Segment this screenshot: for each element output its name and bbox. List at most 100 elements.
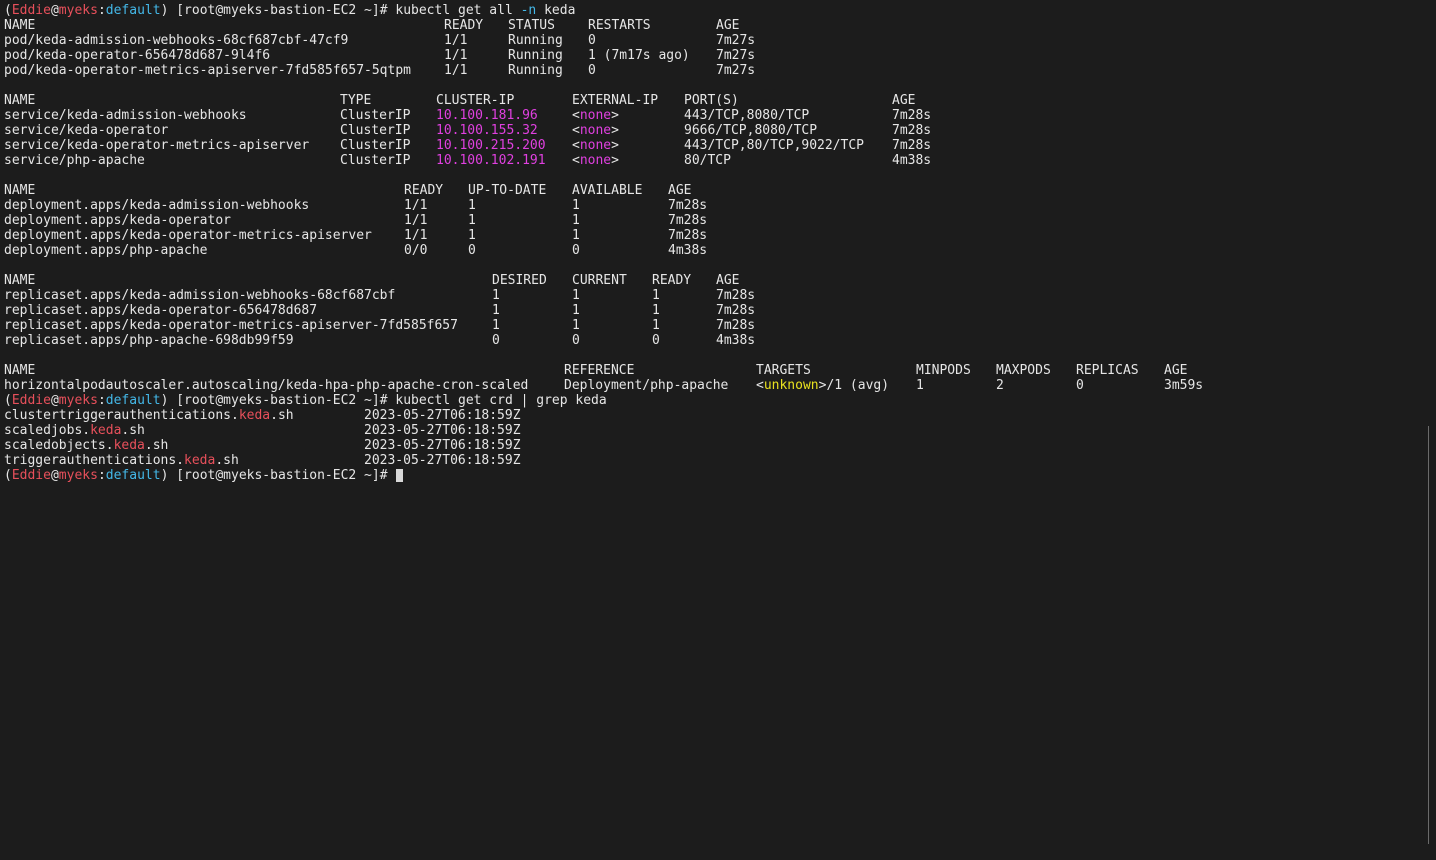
header-targets: TARGETS — [756, 363, 811, 378]
cell-name: pod/keda-operator-656478d687-9l4f6 — [4, 48, 271, 63]
cell-name: service/keda-operator — [4, 123, 169, 138]
header-cluster-ip: CLUSTER-IP — [436, 93, 515, 108]
table-header: NAME READY UP-TO-DATE AVAILABLE AGE — [4, 183, 1203, 198]
cell-up-to-date: 1 — [468, 198, 476, 213]
header-up-to-date: UP-TO-DATE — [468, 183, 547, 198]
cell-ready: 1/1 — [404, 198, 428, 213]
cell-type: ClusterIP — [340, 153, 411, 168]
header-available: AVAILABLE — [572, 183, 643, 198]
command-line[interactable]: (Eddie@myeks:default) [root@myeks-bastio… — [4, 468, 1203, 483]
table-row: pod/keda-operator-656478d687-9l4f6 1/1 Run… — [4, 48, 1203, 63]
cell-targets: <unknown>/1 (avg) — [756, 378, 890, 393]
cell-ready: 1/1 — [404, 213, 428, 228]
prompt-shell: [root@myeks-bastion-EC2 ~]# — [176, 393, 388, 408]
cell-age: 7m28s — [892, 138, 932, 153]
crd-name: scaledjobs.keda.sh — [4, 423, 145, 438]
cell-name: deployment.apps/php-apache — [4, 243, 208, 258]
text-cursor[interactable] — [396, 469, 404, 482]
table-header: NAME REFERENCE TARGETS MINPODS MAXPODS REPLIC… — [4, 363, 1203, 378]
cell-desired: 0 — [492, 333, 500, 348]
list-item: triggerauthentications.keda.sh 2023-05-27… — [4, 453, 1203, 468]
header-current: CURRENT — [572, 273, 627, 288]
cell-age: 3m59s — [1164, 378, 1204, 393]
table-row: pod/keda-admission-webhooks-68cf687cbf-4… — [4, 33, 1203, 48]
header-name: NAME — [4, 93, 36, 108]
cell-age: 7m28s — [892, 123, 932, 138]
header-replicas: REPLICAS — [1076, 363, 1139, 378]
header-name: NAME — [4, 273, 36, 288]
cell-maxpods: 2 — [996, 378, 1004, 393]
header-age: AGE — [892, 93, 916, 108]
prompt-context: default — [105, 468, 161, 483]
cell-age: 7m28s — [716, 288, 756, 303]
cell-current: 1 — [572, 288, 580, 303]
cell-cluster-ip: 10.100.181.96 — [436, 108, 538, 123]
cell-ready: 0 — [652, 333, 660, 348]
cell-type: ClusterIP — [340, 108, 411, 123]
cell-age: 7m28s — [668, 198, 708, 213]
cell-name: service/php-apache — [4, 153, 145, 168]
cell-age: 4m38s — [668, 243, 708, 258]
cell-ready: 0/0 — [404, 243, 428, 258]
cell-up-to-date: 1 — [468, 228, 476, 243]
header-age: AGE — [668, 183, 692, 198]
cell-name: deployment.apps/keda-operator — [4, 213, 231, 228]
prompt-host: myeks — [58, 393, 98, 408]
cell-status: Running — [508, 48, 563, 63]
cell-available: 1 — [572, 213, 580, 228]
cell-ports: 443/TCP,80/TCP,9022/TCP — [684, 138, 865, 153]
table-row: replicaset.apps/keda-admission-webhooks-… — [4, 288, 1203, 303]
command-arg: keda — [544, 3, 576, 18]
header-ports: PORT(S) — [684, 93, 739, 108]
cell-name: service/keda-admission-webhooks — [4, 108, 247, 123]
crd-created-at: 2023-05-27T06:18:59Z — [364, 423, 521, 438]
cell-external-ip: <none> — [572, 153, 619, 168]
table-row: pod/keda-operator-metrics-apiserver-7fd5… — [4, 63, 1203, 78]
cell-age: 7m27s — [716, 63, 756, 78]
command-text: kubectl get crd | grep keda — [395, 393, 607, 408]
cell-available: 1 — [572, 198, 580, 213]
cell-desired: 1 — [492, 318, 500, 333]
prompt-shell: [root@myeks-bastion-EC2 ~]# — [176, 3, 388, 18]
prompt-context: default — [105, 393, 161, 408]
cell-status: Running — [508, 63, 563, 78]
header-ready: READY — [404, 183, 444, 198]
cell-desired: 1 — [492, 288, 500, 303]
prompt-host: myeks — [58, 468, 98, 483]
crd-name: scaledobjects.keda.sh — [4, 438, 169, 453]
cell-type: ClusterIP — [340, 123, 411, 138]
cell-cluster-ip: 10.100.102.191 — [436, 153, 546, 168]
crd-name: triggerauthentications.keda.sh — [4, 453, 239, 468]
cell-ready: 1 — [652, 288, 660, 303]
header-age: AGE — [1164, 363, 1188, 378]
crd-created-at: 2023-05-27T06:18:59Z — [364, 453, 521, 468]
terminal-output[interactable]: (Eddie@myeks:default) [root@myeks-bastio… — [4, 3, 1203, 483]
cell-restarts: 0 — [588, 63, 596, 78]
cell-current: 0 — [572, 333, 580, 348]
header-age: AGE — [716, 273, 740, 288]
table-row: service/keda-operator ClusterIP 10.100.155… — [4, 123, 1203, 138]
cell-ready: 1/1 — [444, 33, 468, 48]
cell-age: 4m38s — [716, 333, 756, 348]
table-row: horizontalpodautoscaler.autoscaling/keda… — [4, 378, 1203, 393]
command-flag: -n — [520, 3, 537, 18]
table-row: replicaset.apps/keda-operator-metrics-ap… — [4, 318, 1203, 333]
prompt-user: Eddie — [11, 393, 51, 408]
cell-name: replicaset.apps/keda-operator-656478d687 — [4, 303, 318, 318]
cell-name: deployment.apps/keda-operator-metrics-ap… — [4, 228, 372, 243]
header-maxpods: MAXPODS — [996, 363, 1051, 378]
table-header: NAME DESIRED CURRENT READY AGE — [4, 273, 1203, 288]
header-status: STATUS — [508, 18, 555, 33]
crd-created-at: 2023-05-27T06:18:59Z — [364, 438, 521, 453]
scrollbar[interactable] — [1428, 426, 1429, 844]
cell-cluster-ip: 10.100.155.32 — [436, 123, 538, 138]
header-age: AGE — [716, 18, 740, 33]
cell-age: 7m27s — [716, 48, 756, 63]
header-reference: REFERENCE — [564, 363, 635, 378]
cell-current: 1 — [572, 303, 580, 318]
cell-ready: 1/1 — [444, 48, 468, 63]
prompt-shell: [root@myeks-bastion-EC2 ~]# — [176, 468, 388, 483]
